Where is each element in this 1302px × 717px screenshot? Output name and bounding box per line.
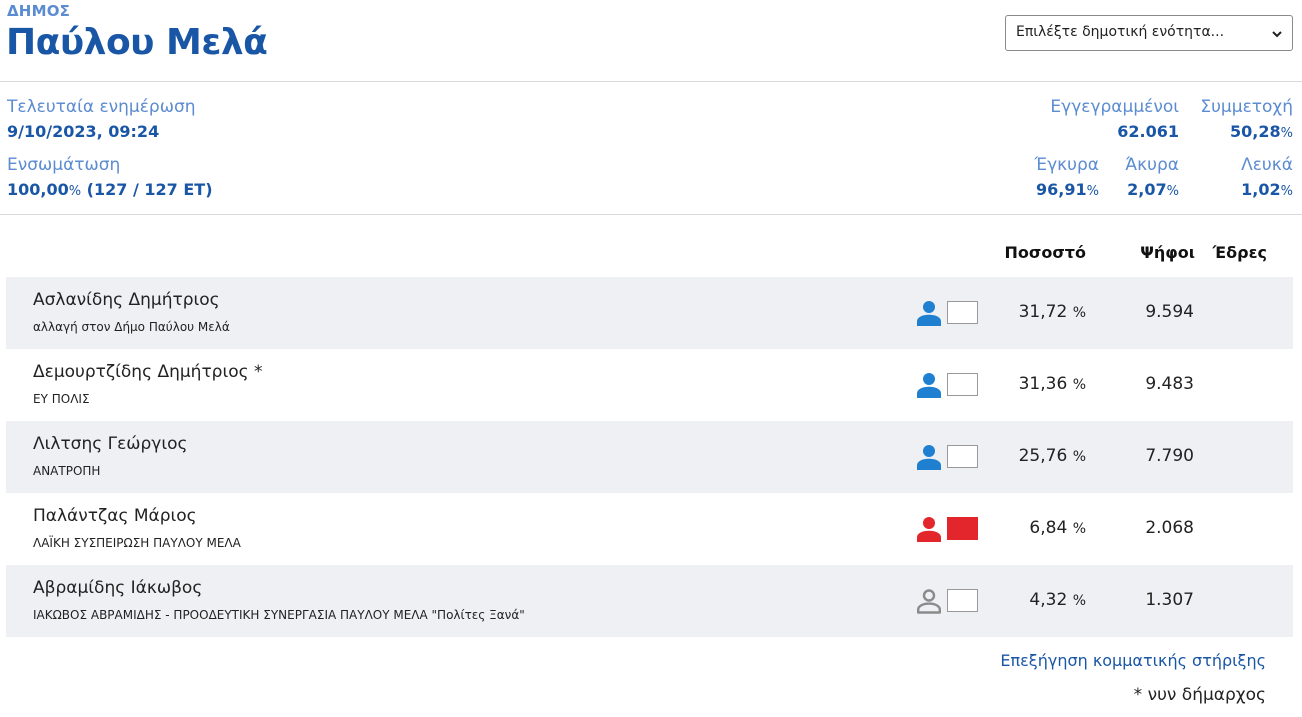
invalid-number: 2,07 [1127,180,1167,199]
integration-value: 100,00% (127 / 127 ΕΤ) [7,180,213,199]
person-icon [917,373,941,398]
incumbent-mayor-note: * νυν δήμαρχος [1133,685,1266,705]
municipality-kicker: ΔΗΜΟΣ [7,2,71,20]
turnout-number: 50,28 [1230,122,1281,141]
blank-value: 1,02% [1241,180,1293,199]
candidate-percentage: 31,36 % [1019,374,1086,394]
candidate-party: ΑΝΑΤΡΟΠΗ [33,464,101,478]
percentage-unit: % [1072,305,1086,321]
integration-pct: 100,00 [7,180,69,199]
invalid-pct-sign: % [1166,184,1179,199]
registered-label: Εγγεγραμμένοι [1050,97,1179,117]
party-color-swatch [947,589,978,612]
turnout-value: 50,28% [1230,122,1293,141]
candidate-percentage: 25,76 % [1019,446,1086,466]
candidate-percentage: 4,32 % [1029,590,1086,610]
turnout-pct-sign: % [1280,126,1293,141]
last-update-value: 9/10/2023, 09:24 [7,122,160,141]
candidate-percentage: 31,72 % [1019,302,1086,322]
candidate-party: αλλαγή στον Δήμο Παύλου Μελά [33,320,230,334]
candidate-percentage-value: 4,32 [1029,590,1068,610]
integration-detail: (127 / 127 ΕΤ) [81,180,213,199]
results-table: Ασλανίδης Δημήτριος αλλαγή στον Δήμο Παύ… [6,277,1293,637]
table-row: Ασλανίδης Δημήτριος αλλαγή στον Δήμο Παύ… [6,277,1293,349]
column-header-seats: Έδρες [1212,243,1267,262]
chevron-down-icon [1272,31,1282,38]
party-color-swatch [947,301,978,324]
candidate-name: Ασλανίδης Δημήτριος [33,290,220,310]
stats-panel: Τελευταία ενημέρωση 9/10/2023, 09:24 Ενσ… [0,82,1302,215]
municipal-unit-select[interactable]: Επιλέξτε δημοτική ενότητα... [1005,15,1293,51]
last-update-label: Τελευταία ενημέρωση [7,97,196,117]
integration-label: Ενσωμάτωση [7,155,121,175]
valid-number: 96,91 [1036,180,1087,199]
candidate-name: Δεμουρτζίδης Δημήτριος * [33,362,263,382]
candidate-percentage-value: 6,84 [1029,518,1068,538]
integration-pct-sign: % [68,184,82,199]
valid-value: 96,91% [1036,180,1099,199]
person-icon [917,445,941,470]
invalid-value: 2,07% [1127,180,1179,199]
candidate-percentage-value: 31,72 [1018,302,1068,322]
candidate-name: Παλάντζας Μάριος [33,506,197,526]
candidate-percentage-value: 31,36 [1018,374,1068,394]
table-row: Δεμουρτζίδης Δημήτριος * ΕΥ ΠΟΛΙΣ 31,36 … [6,349,1293,421]
blank-label: Λευκά [1241,155,1293,175]
percentage-unit: % [1072,377,1086,393]
candidate-percentage: 6,84 % [1029,518,1086,538]
table-row: Παλάντζας Μάριος ΛΑΪΚΗ ΣΥΣΠΕΙΡΩΣΗ ΠΑΥΛΟΥ… [6,493,1293,565]
blank-number: 1,02 [1241,180,1281,199]
candidate-votes: 2.068 [1145,518,1194,538]
turnout-label: Συμμετοχή [1200,97,1293,117]
candidate-votes: 1.307 [1145,590,1194,610]
invalid-label: Άκυρα [1125,155,1179,175]
page-header: ΔΗΜΟΣ Παύλου Μελά Επιλέξτε δημοτική ενότ… [0,0,1302,82]
percentage-unit: % [1072,521,1086,537]
registered-value: 62.061 [1117,122,1179,141]
candidate-name: Λιλτσης Γεώργιος [33,434,188,454]
party-support-explanation-link[interactable]: Επεξήγηση κομματικής στήριξης [1000,651,1266,670]
candidate-percentage-value: 25,76 [1018,446,1068,466]
valid-pct-sign: % [1086,184,1099,199]
percentage-unit: % [1072,593,1086,609]
party-color-swatch [947,517,978,540]
candidate-party: ΕΥ ΠΟΛΙΣ [33,392,90,406]
party-color-swatch [947,373,978,396]
candidate-name: Αβραμίδης Ιάκωβος [33,578,203,598]
column-header-votes: Ψήφοι [1140,243,1195,262]
percentage-unit: % [1072,449,1086,465]
party-color-swatch [947,445,978,468]
candidate-votes: 7.790 [1145,446,1194,466]
person-icon [917,301,941,326]
column-header-percentage: Ποσοστό [1004,243,1087,262]
blank-pct-sign: % [1280,184,1293,199]
person-icon [917,589,941,614]
person-icon [917,517,941,542]
candidate-votes: 9.594 [1145,302,1194,322]
valid-label: Έγκυρα [1034,155,1099,175]
municipal-unit-select-value: Επιλέξτε δημοτική ενότητα... [1016,24,1225,40]
page-title: Παύλου Μελά [6,22,268,63]
candidate-party: ΙΑΚΩΒΟΣ ΑΒΡΑΜΙΔΗΣ - ΠΡΟΟΔΕΥΤΙΚΗ ΣΥΝΕΡΓΑΣ… [33,608,525,622]
candidate-party: ΛΑΪΚΗ ΣΥΣΠΕΙΡΩΣΗ ΠΑΥΛΟΥ ΜΕΛΑ [33,536,241,550]
table-row: Αβραμίδης Ιάκωβος ΙΑΚΩΒΟΣ ΑΒΡΑΜΙΔΗΣ - ΠΡ… [6,565,1293,637]
candidate-votes: 9.483 [1145,374,1194,394]
table-row: Λιλτσης Γεώργιος ΑΝΑΤΡΟΠΗ 25,76 % 7.790 [6,421,1293,493]
